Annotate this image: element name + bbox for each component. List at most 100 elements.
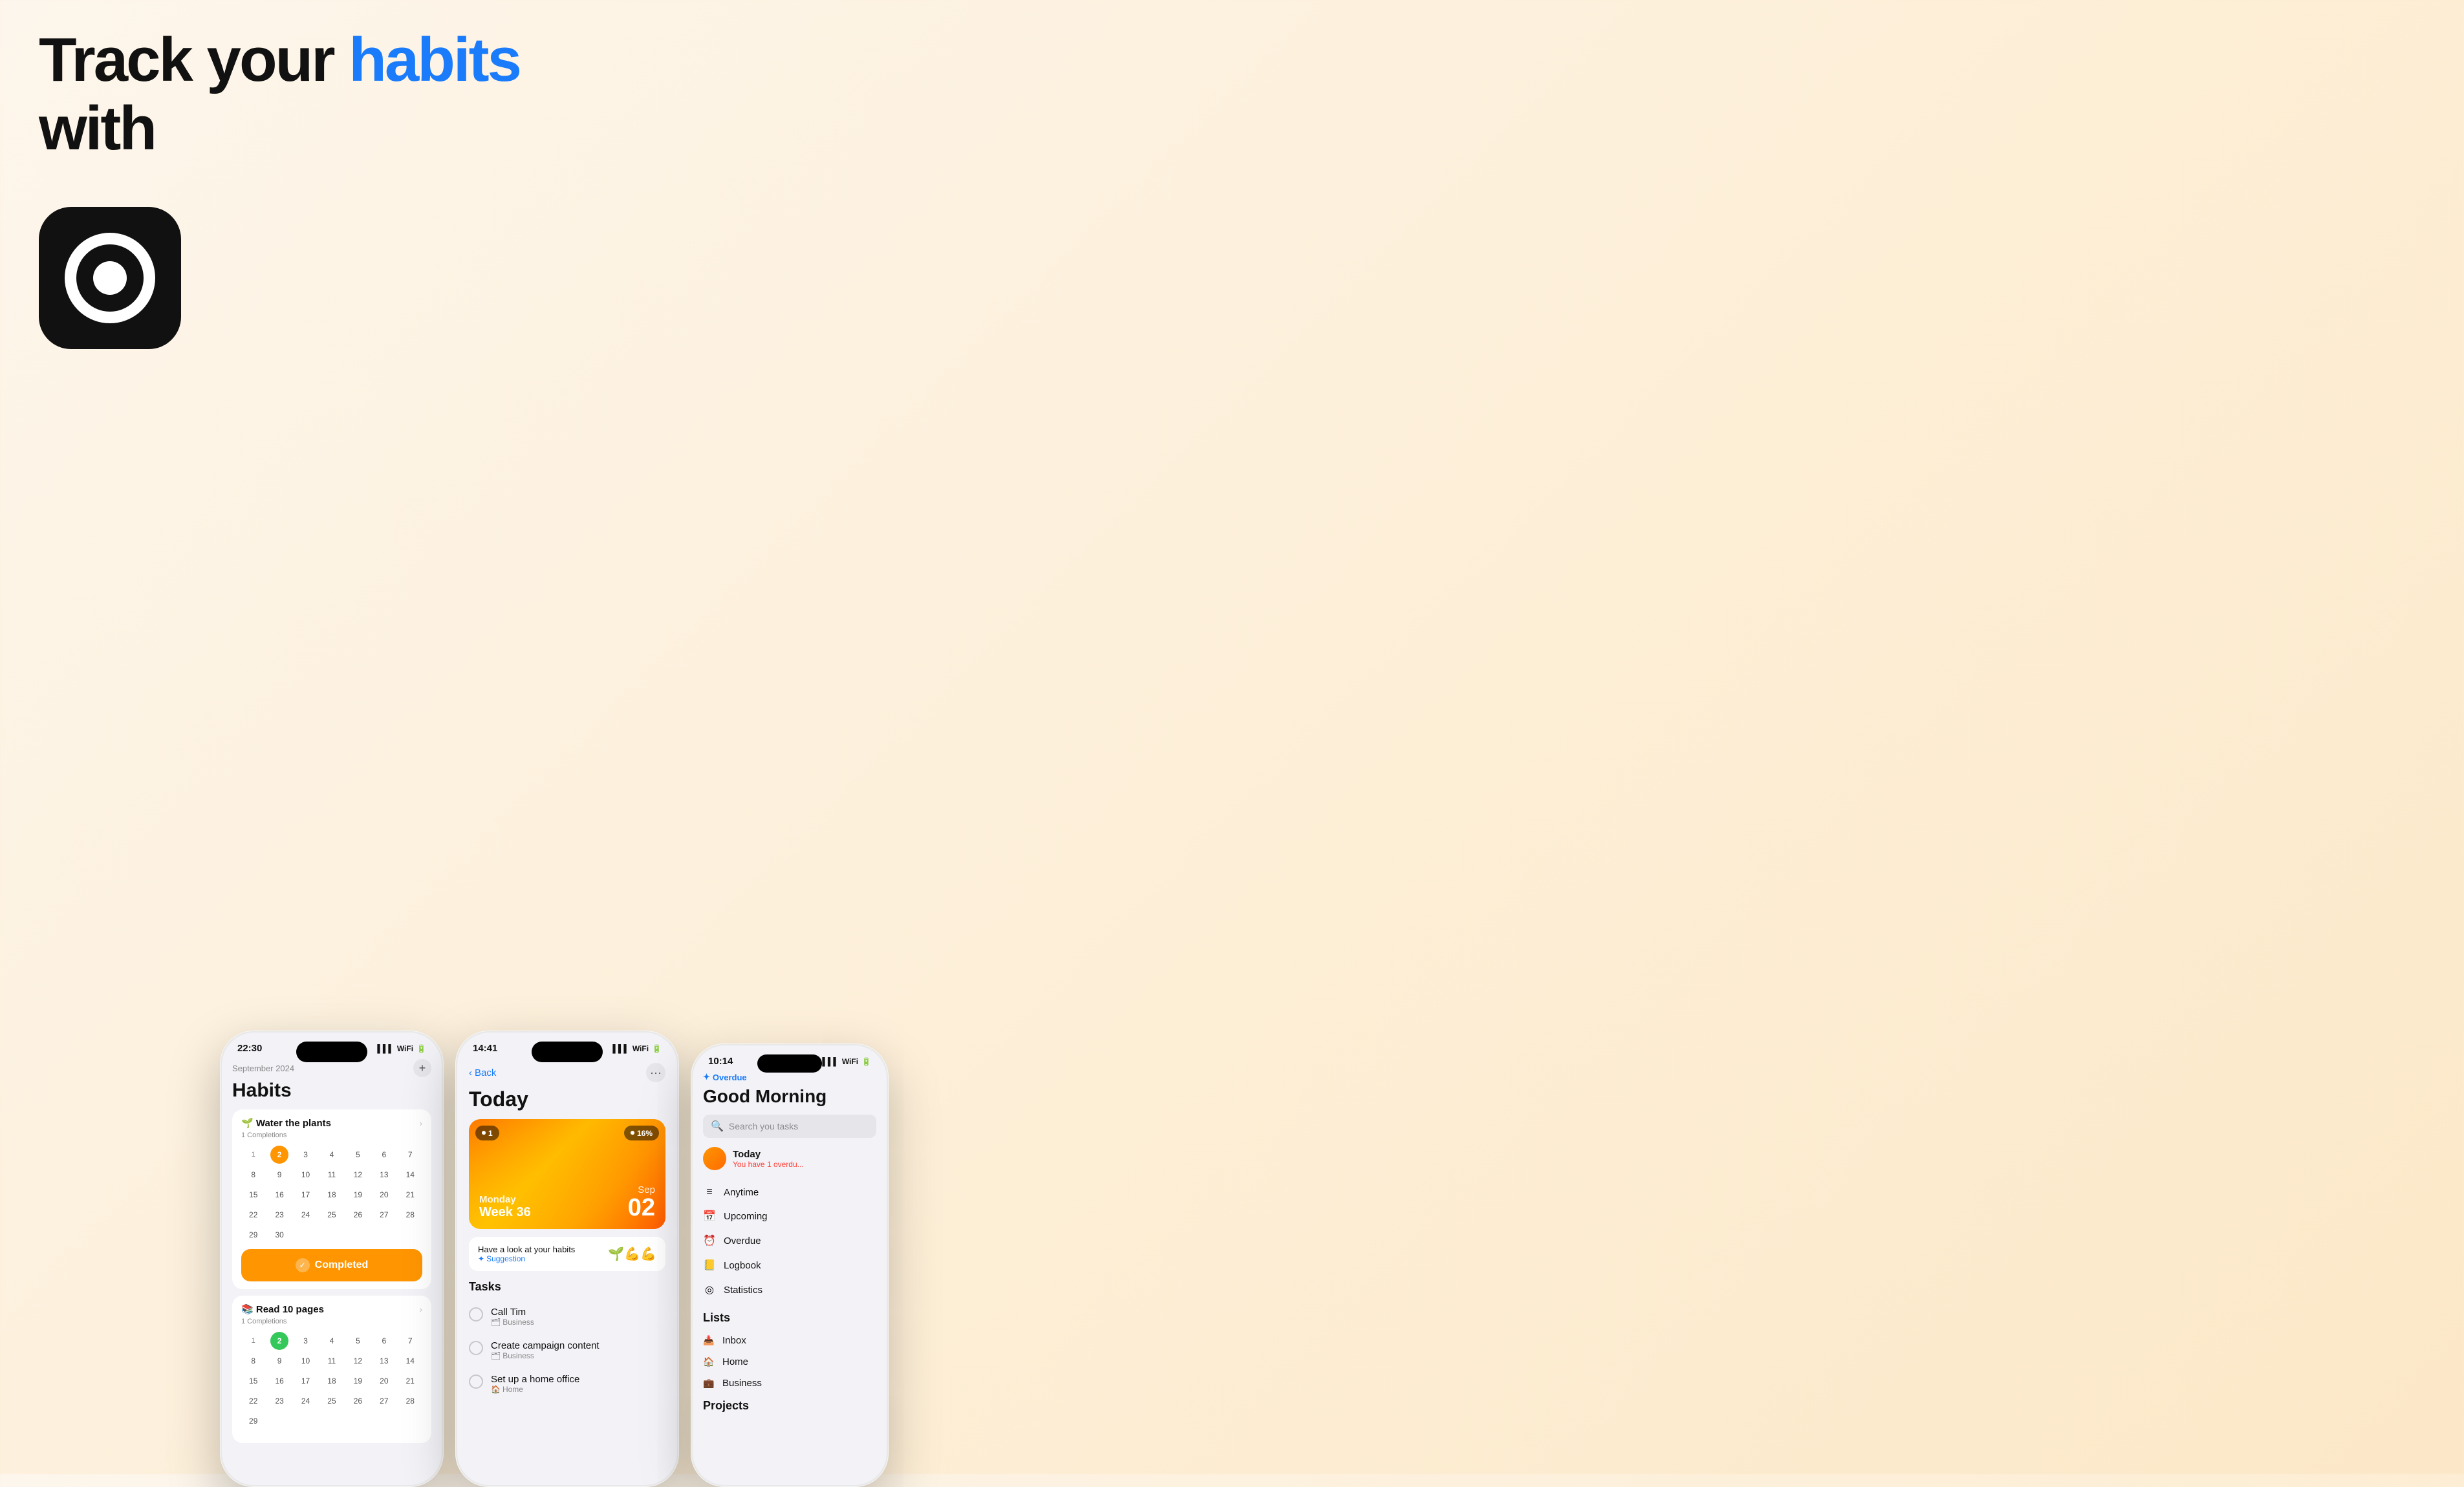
nav-item-statistics[interactable]: ◎ Statistics bbox=[703, 1278, 876, 1302]
cal2-day-6[interactable]: 6 bbox=[375, 1332, 393, 1350]
suggestion-card[interactable]: Have a look at your habits ✦ Suggestion … bbox=[469, 1237, 665, 1271]
cal-day-13[interactable]: 13 bbox=[375, 1166, 393, 1184]
phone2-frame: 14:41 ▌▌▌ WiFi 🔋 ‹ Back ··· bbox=[455, 1031, 679, 1487]
list-item-inbox[interactable]: 📥 Inbox bbox=[703, 1330, 876, 1351]
cal-day-5[interactable]: 5 bbox=[349, 1146, 367, 1164]
cal2-day-15[interactable]: 15 bbox=[244, 1372, 263, 1390]
cal-day-24[interactable]: 24 bbox=[297, 1206, 315, 1224]
cal-day-2-active[interactable]: 2 bbox=[270, 1146, 288, 1164]
cal2-day-23[interactable]: 23 bbox=[270, 1392, 288, 1410]
nav-item-overdue[interactable]: ⏰ Overdue bbox=[703, 1228, 876, 1253]
battery-icon-2: 🔋 bbox=[652, 1044, 662, 1053]
cal2-day-26[interactable]: 26 bbox=[349, 1392, 367, 1410]
list-item-business[interactable]: 💼 Business bbox=[703, 1373, 876, 1394]
cal-day-18[interactable]: 18 bbox=[323, 1186, 341, 1204]
cal-day-9[interactable]: 9 bbox=[270, 1166, 288, 1184]
cal2-day-22[interactable]: 22 bbox=[244, 1392, 263, 1410]
cal-day-14[interactable]: 14 bbox=[401, 1166, 419, 1184]
nav-item-logbook[interactable]: 📒 Logbook bbox=[703, 1253, 876, 1278]
cal2-day-4[interactable]: 4 bbox=[323, 1332, 341, 1350]
hero-badge-count: ⏺ 1 bbox=[475, 1126, 499, 1140]
cal2-day-7[interactable]: 7 bbox=[401, 1332, 419, 1350]
cal2-day-25[interactable]: 25 bbox=[323, 1392, 341, 1410]
list-label-home: Home bbox=[722, 1356, 748, 1367]
habit-card-water[interactable]: 🌱 Water the plants › 1 Completions 1 2 3… bbox=[232, 1109, 431, 1289]
cal2-day-27[interactable]: 27 bbox=[375, 1392, 393, 1410]
task-circle-1[interactable] bbox=[469, 1307, 483, 1321]
hero-badge-percent: ⏺ 16% bbox=[624, 1126, 659, 1140]
cal-day-11[interactable]: 11 bbox=[323, 1166, 341, 1184]
more-button[interactable]: ··· bbox=[646, 1063, 665, 1082]
cal2-day-29[interactable]: 29 bbox=[244, 1412, 263, 1430]
cal-day-6[interactable]: 6 bbox=[375, 1146, 393, 1164]
cal2-day-24[interactable]: 24 bbox=[297, 1392, 315, 1410]
cal2-day-20[interactable]: 20 bbox=[375, 1372, 393, 1390]
cal2-day-19[interactable]: 19 bbox=[349, 1372, 367, 1390]
cal2-day-8[interactable]: 8 bbox=[244, 1352, 263, 1370]
cal-day-27[interactable]: 27 bbox=[375, 1206, 393, 1224]
task-item-home-office[interactable]: Set up a home office 🏠 Home bbox=[469, 1367, 665, 1401]
hero-habits-word: habits bbox=[349, 25, 520, 94]
phone2-content: ‹ Back ··· Today ⏺ 1 ⏺ bbox=[457, 1059, 677, 1401]
cal-day-7[interactable]: 7 bbox=[401, 1146, 419, 1164]
cal-day-19[interactable]: 19 bbox=[349, 1186, 367, 1204]
habit-card-read[interactable]: 📚 Read 10 pages › 1 Completions 1 2 3 4 … bbox=[232, 1296, 431, 1443]
cal2-day-11[interactable]: 11 bbox=[323, 1352, 341, 1370]
cal-day-26[interactable]: 26 bbox=[349, 1206, 367, 1224]
upcoming-icon: 📅 bbox=[703, 1210, 716, 1223]
cal-day-15[interactable]: 15 bbox=[244, 1186, 263, 1204]
dynamic-island-2 bbox=[532, 1042, 603, 1062]
cal2-day-3[interactable]: 3 bbox=[297, 1332, 315, 1350]
cal2-day-17[interactable]: 17 bbox=[297, 1372, 315, 1390]
task-circle-3[interactable] bbox=[469, 1375, 483, 1389]
cal-day-12[interactable]: 12 bbox=[349, 1166, 367, 1184]
task-item-call-tim[interactable]: Call Tim 🗂 Business bbox=[469, 1300, 665, 1334]
task-circle-2[interactable] bbox=[469, 1341, 483, 1355]
cal2-day-9[interactable]: 9 bbox=[270, 1352, 288, 1370]
search-bar[interactable]: 🔍 Search you tasks bbox=[703, 1115, 876, 1138]
cal-day-21[interactable]: 21 bbox=[401, 1186, 419, 1204]
cal2-day-28[interactable]: 28 bbox=[401, 1392, 419, 1410]
task-item-campaign[interactable]: Create campaign content 🗂 Business bbox=[469, 1334, 665, 1367]
list-item-home[interactable]: 🏠 Home bbox=[703, 1351, 876, 1373]
phone1-content: September 2024 + Habits 🌱 Water the plan… bbox=[222, 1059, 442, 1460]
today-dot bbox=[703, 1147, 726, 1170]
back-button[interactable]: ‹ Back bbox=[469, 1067, 496, 1078]
cal-day-8[interactable]: 8 bbox=[244, 1166, 263, 1184]
task-info-1: Call Tim 🗂 Business bbox=[491, 1307, 534, 1327]
cal-day-25[interactable]: 25 bbox=[323, 1206, 341, 1224]
overdue-icon: ⏰ bbox=[703, 1234, 716, 1247]
status-time-2: 14:41 bbox=[473, 1043, 497, 1054]
cal2-day-10[interactable]: 10 bbox=[297, 1352, 315, 1370]
cal2-day-18[interactable]: 18 bbox=[323, 1372, 341, 1390]
add-habit-button[interactable]: + bbox=[413, 1059, 431, 1077]
cal2-day-2-active[interactable]: 2 bbox=[270, 1332, 288, 1350]
cal-day-16[interactable]: 16 bbox=[270, 1186, 288, 1204]
cal-day-20[interactable]: 20 bbox=[375, 1186, 393, 1204]
cal2-day-13[interactable]: 13 bbox=[375, 1352, 393, 1370]
suggestion-link[interactable]: ✦ Suggestion bbox=[478, 1254, 575, 1263]
phone-good-morning: 10:14 ▌▌▌ WiFi 🔋 ✦ Overdue Good Morning bbox=[691, 1043, 889, 1487]
suggestion-text: Have a look at your habits bbox=[478, 1245, 575, 1254]
habit-name-row-2: 📚 Read 10 pages › bbox=[241, 1303, 422, 1315]
cal-day-4[interactable]: 4 bbox=[323, 1146, 341, 1164]
cal-day-30[interactable]: 30 bbox=[270, 1226, 288, 1244]
cal2-day-14[interactable]: 14 bbox=[401, 1352, 419, 1370]
cal2-day-12[interactable]: 12 bbox=[349, 1352, 367, 1370]
cal2-day-21[interactable]: 21 bbox=[401, 1372, 419, 1390]
nav-item-upcoming[interactable]: 📅 Upcoming bbox=[703, 1204, 876, 1228]
nav-item-anytime[interactable]: ≡ Anytime bbox=[703, 1181, 876, 1204]
cal2-day-5[interactable]: 5 bbox=[349, 1332, 367, 1350]
cal-day-29[interactable]: 29 bbox=[244, 1226, 263, 1244]
cal-day-22[interactable]: 22 bbox=[244, 1206, 263, 1224]
cal-day-28[interactable]: 28 bbox=[401, 1206, 419, 1224]
cal-day-10[interactable]: 10 bbox=[297, 1166, 315, 1184]
cal-day-3[interactable]: 3 bbox=[297, 1146, 315, 1164]
completed-button[interactable]: ✓ Completed bbox=[241, 1249, 422, 1281]
today-row[interactable]: Today You have 1 overdu... bbox=[703, 1147, 876, 1170]
cal-day-23[interactable]: 23 bbox=[270, 1206, 288, 1224]
inbox-icon: 📥 bbox=[703, 1335, 716, 1346]
cal2-day-16[interactable]: 16 bbox=[270, 1372, 288, 1390]
calendar-grid-1: 1 2 3 4 5 6 7 8 9 10 11 12 13 bbox=[241, 1146, 422, 1244]
cal-day-17[interactable]: 17 bbox=[297, 1186, 315, 1204]
